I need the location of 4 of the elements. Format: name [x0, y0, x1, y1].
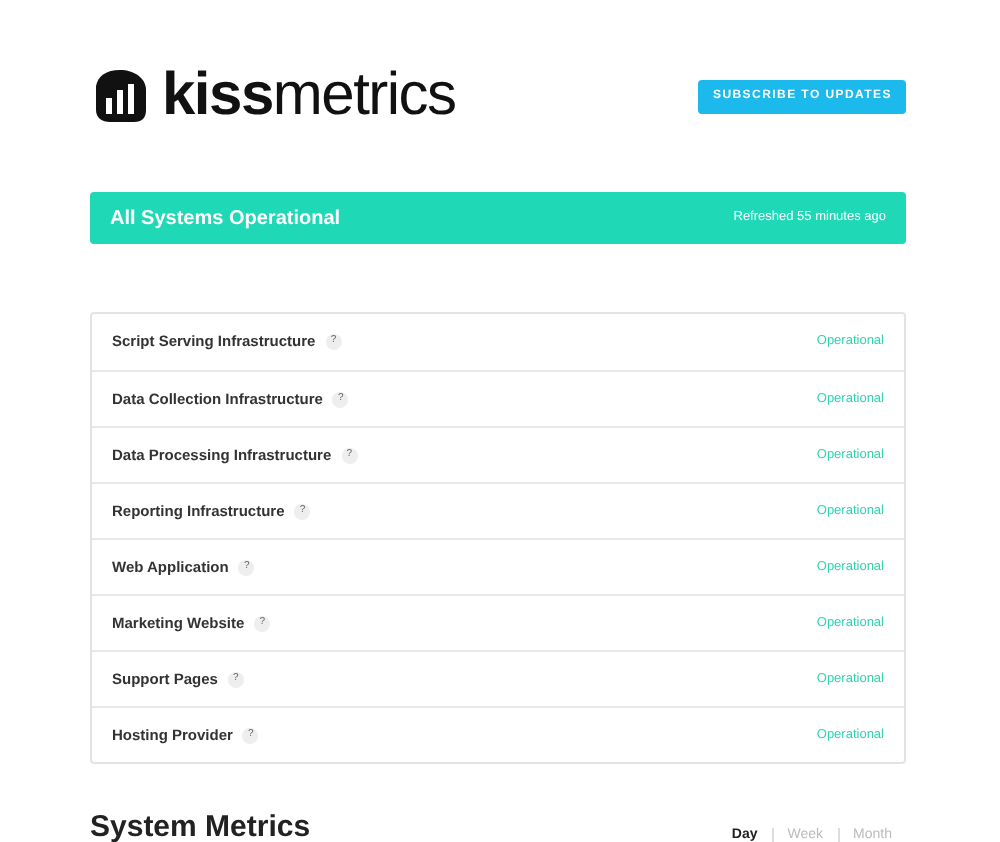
banner-title: All Systems Operational — [110, 205, 341, 233]
section-title: System Metrics — [90, 812, 311, 842]
logo-icon — [90, 66, 150, 126]
logo-wordmark: kissmetrics — [162, 66, 456, 126]
